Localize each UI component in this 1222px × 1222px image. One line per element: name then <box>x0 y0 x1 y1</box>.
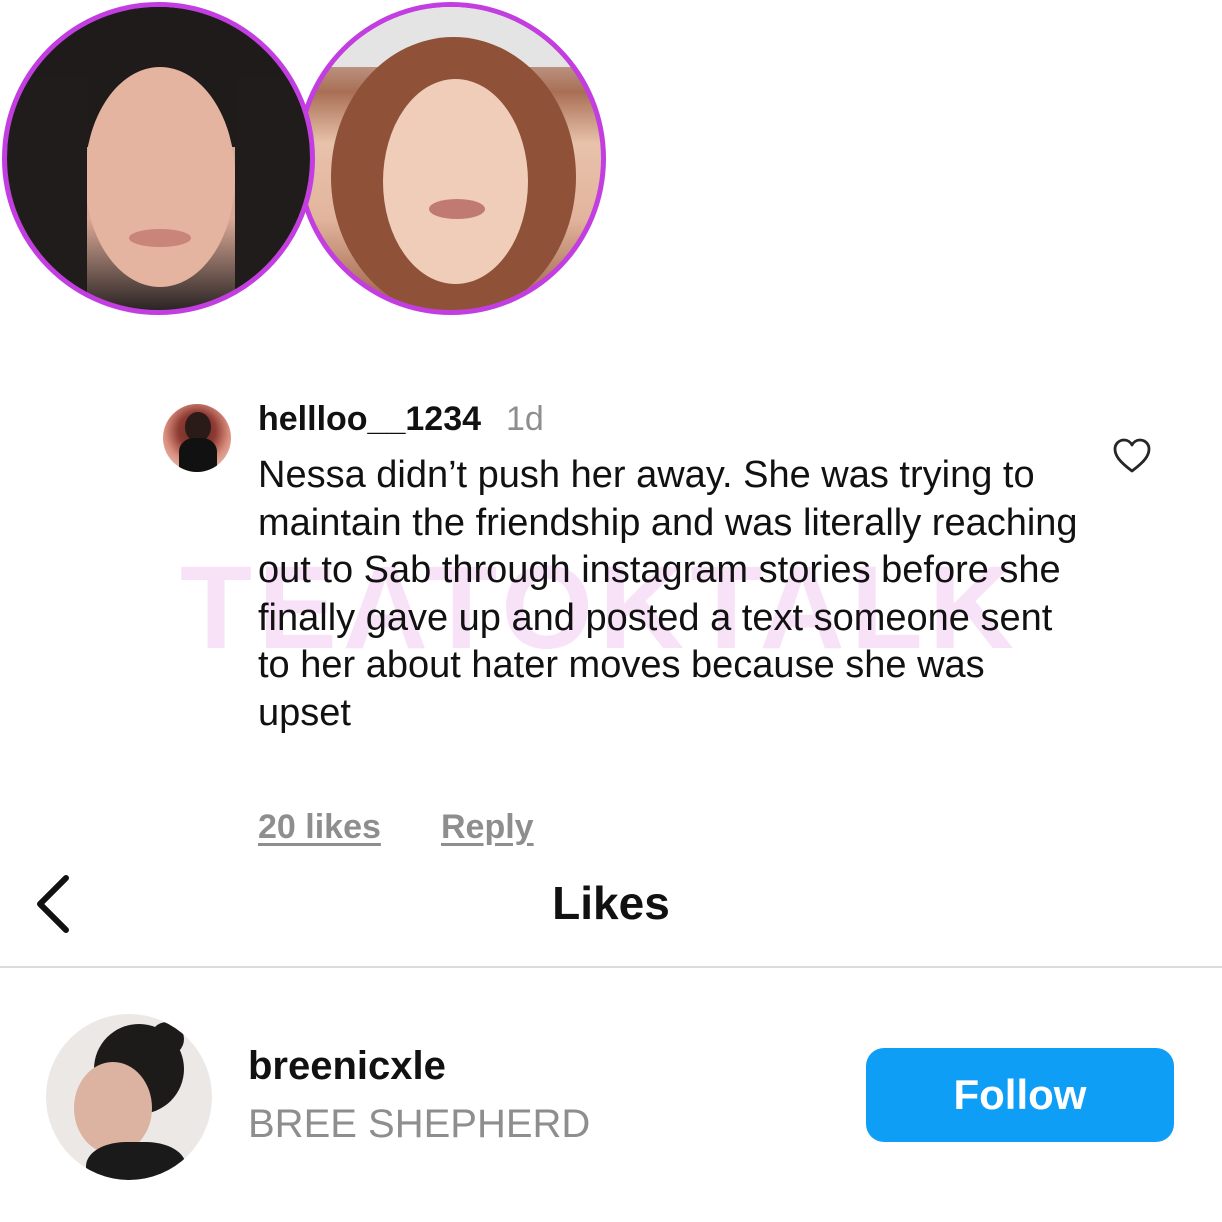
heart-outline-icon[interactable] <box>1112 437 1152 475</box>
face-shape <box>85 67 235 287</box>
comment-timestamp: 1d <box>506 400 544 438</box>
hair-shape <box>7 77 87 310</box>
user-handle[interactable]: breenicxle <box>248 1044 446 1089</box>
divider <box>0 966 1222 968</box>
hero-avatar-right <box>296 2 606 315</box>
lips-shape <box>129 229 191 247</box>
hair-shape <box>235 77 310 310</box>
user-avatar[interactable] <box>46 1014 212 1180</box>
comment-reply-link[interactable]: Reply <box>441 808 534 847</box>
comment-username[interactable]: hellloo__1234 <box>258 400 481 439</box>
commenter-avatar[interactable] <box>163 404 231 472</box>
hero-avatar-left <box>2 2 315 315</box>
face-shape <box>383 79 528 284</box>
follow-button[interactable]: Follow <box>866 1048 1174 1142</box>
lips-shape <box>429 199 485 219</box>
comment-likes-link[interactable]: 20 likes <box>258 808 381 847</box>
user-full-name: BREE SHEPHERD <box>248 1102 591 1146</box>
comment-text: Nessa didn’t push her away. She was tryi… <box>258 454 1078 734</box>
page-title: Likes <box>552 877 670 929</box>
